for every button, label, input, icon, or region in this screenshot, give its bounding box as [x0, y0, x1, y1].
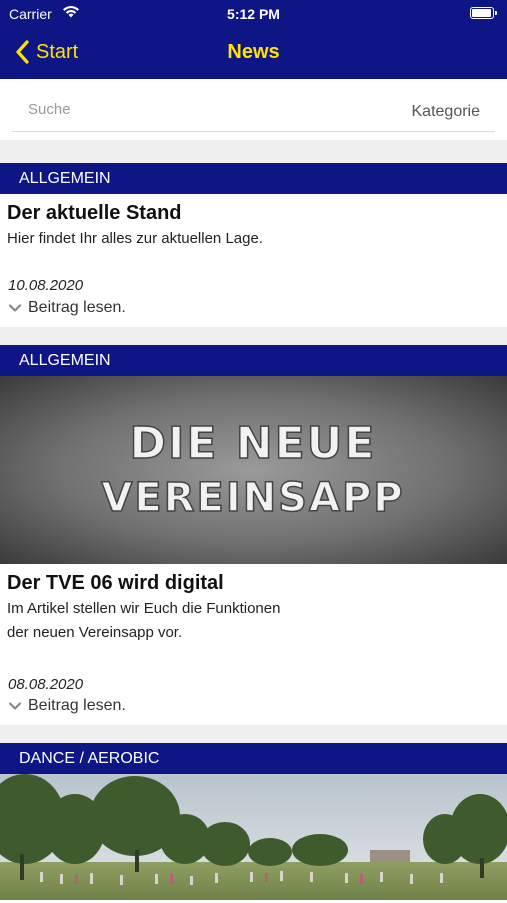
post-teaser-line: der neuen Vereinsapp vor. — [7, 624, 183, 641]
news-card[interactable]: ALLGEMEIN Der aktuelle Stand Hier findet… — [0, 163, 507, 327]
post-image: DIE NEUE VEREINSAPP — [0, 376, 507, 564]
post-image — [0, 774, 507, 900]
park-photo — [0, 774, 507, 900]
post-teaser-line: Im Artikel stellen wir Euch die Funktion… — [7, 600, 281, 617]
status-bar: Carrier 5:12 PM — [0, 0, 507, 28]
battery-icon — [470, 7, 497, 19]
image-text-line-1: DIE NEUE — [130, 418, 377, 469]
news-feed: ALLGEMEIN Der aktuelle Stand Hier findet… — [0, 140, 507, 903]
chevron-down-icon — [8, 702, 22, 710]
clock: 5:12 PM — [227, 6, 280, 22]
category-filter[interactable]: Kategorie — [412, 103, 481, 121]
post-date: 08.08.2020 — [8, 676, 84, 693]
image-text-line-2: VEREINSAPP — [101, 475, 404, 521]
news-card[interactable]: DANCE / AEROBIC — [0, 743, 507, 903]
category-header: ALLGEMEIN — [0, 163, 507, 194]
read-more-link[interactable]: Beitrag lesen. — [8, 697, 126, 715]
page-title: News — [227, 41, 280, 63]
category-header: ALLGEMEIN — [0, 345, 507, 376]
post-teaser: Hier findet Ihr alles zur aktuellen Lage… — [7, 230, 263, 247]
search-input[interactable]: Suche — [28, 101, 71, 118]
post-date: 10.08.2020 — [8, 277, 84, 294]
read-more-label: Beitrag lesen. — [28, 697, 126, 714]
navigation-bar: Carrier 5:12 PM Start News — [0, 0, 507, 79]
read-more-label: Beitrag lesen. — [28, 299, 126, 316]
news-card[interactable]: ALLGEMEIN DIE NEUE VEREINSAPP Der TVE 06… — [0, 345, 507, 725]
post-image-graphic: DIE NEUE VEREINSAPP — [101, 417, 404, 522]
category-header: DANCE / AEROBIC — [0, 743, 507, 774]
chevron-down-icon — [8, 304, 22, 312]
search-bar: Suche Kategorie — [12, 93, 495, 132]
post-title: Der aktuelle Stand — [7, 202, 182, 224]
read-more-link[interactable]: Beitrag lesen. — [8, 299, 126, 317]
post-title: Der TVE 06 wird digital — [7, 572, 224, 594]
